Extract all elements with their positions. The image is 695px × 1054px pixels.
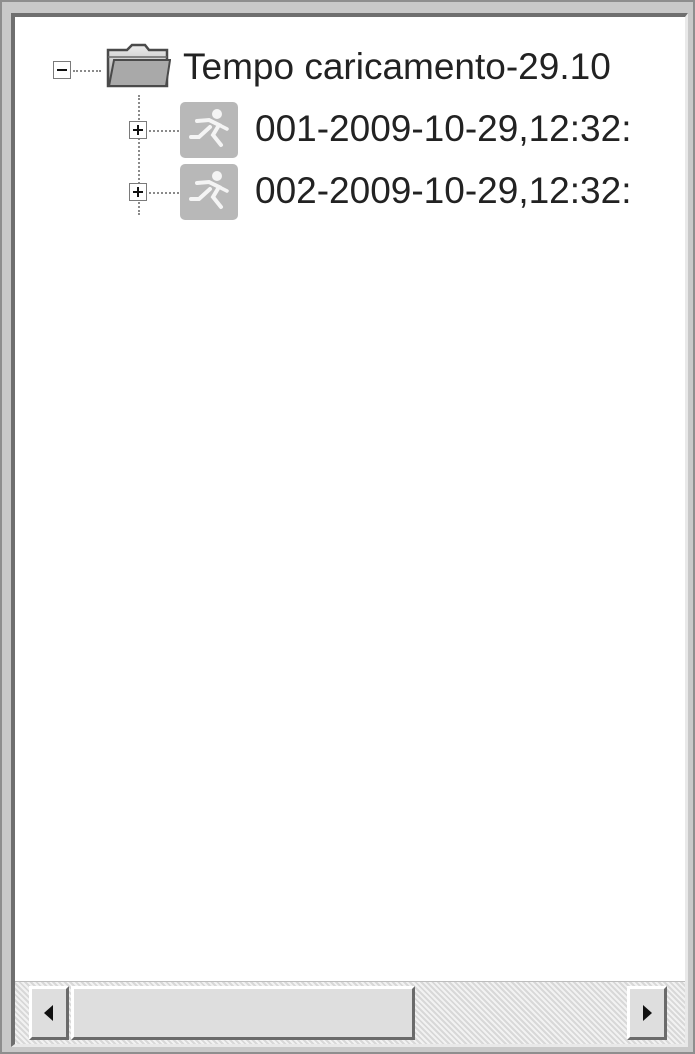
scroll-left-button[interactable]: [29, 986, 69, 1040]
folder-icon: [105, 42, 172, 95]
arrow-right-icon: [643, 1005, 652, 1021]
tree-node-root-label[interactable]: Tempo caricamento-29.10: [183, 45, 611, 89]
expand-toggle-node-1[interactable]: [129, 121, 147, 139]
tree-connector: [149, 130, 179, 132]
tree-panel-frame: Tempo caricamento-29.10 001-2009-10-29,1…: [0, 0, 695, 1054]
expand-toggle-node-2[interactable]: [129, 183, 147, 201]
tree-view[interactable]: Tempo caricamento-29.10 001-2009-10-29,1…: [15, 17, 685, 972]
running-figure-icon: [179, 101, 239, 164]
tree-panel: Tempo caricamento-29.10 001-2009-10-29,1…: [11, 13, 688, 1047]
tree-node-1-label[interactable]: 001-2009-10-29,12:32:: [255, 107, 631, 151]
arrow-left-icon: [44, 1005, 53, 1021]
tree-connector: [73, 70, 101, 72]
scrollbar-thumb[interactable]: [71, 986, 415, 1040]
horizontal-scrollbar[interactable]: [15, 981, 685, 1044]
tree-connector: [149, 192, 179, 194]
collapse-toggle-root[interactable]: [53, 61, 71, 79]
scroll-right-button[interactable]: [627, 986, 667, 1040]
running-figure-icon: [179, 163, 239, 226]
tree-node-2-label[interactable]: 002-2009-10-29,12:32:: [255, 169, 631, 213]
